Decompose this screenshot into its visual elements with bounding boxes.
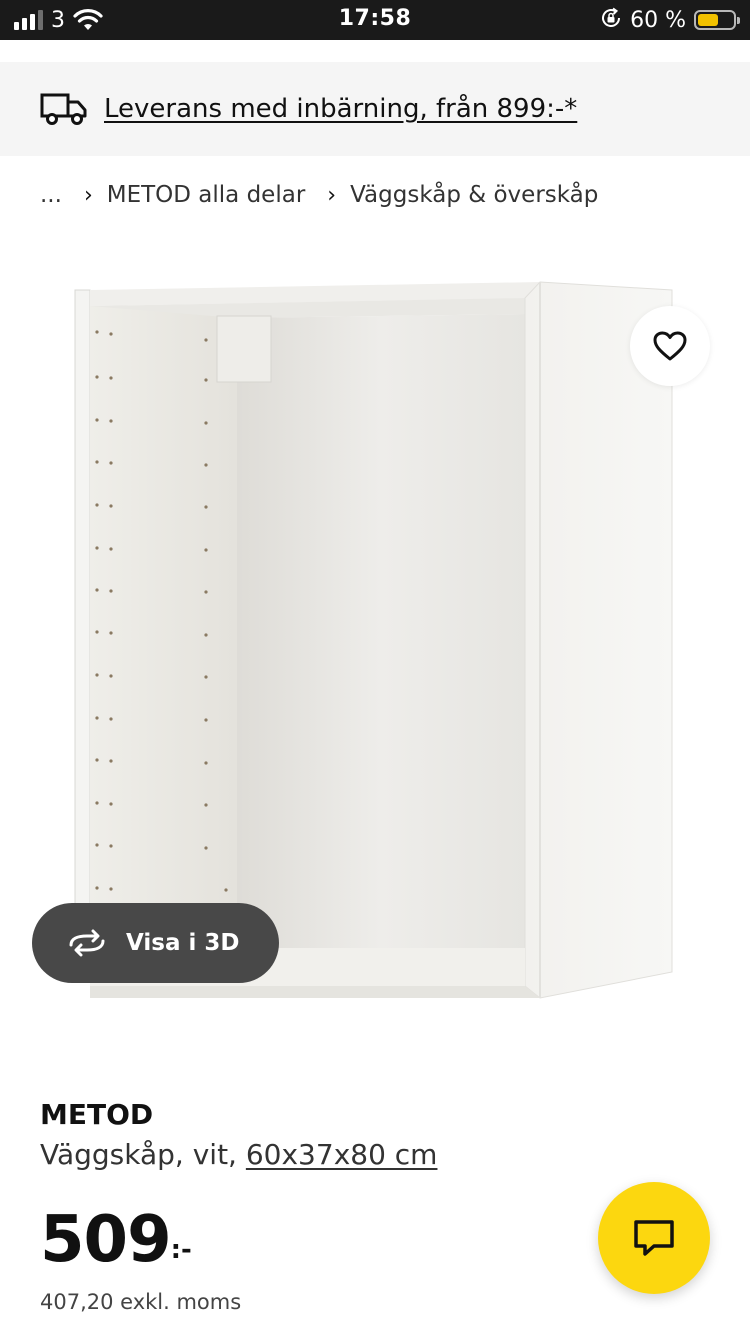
chevron-right-icon: › [327,182,337,208]
breadcrumb-item-metod[interactable]: METOD alla delar [107,182,306,208]
truck-icon [40,93,87,125]
product-price: 509:- [40,1200,192,1280]
chat-bubble-icon [634,1220,674,1256]
status-bar: 3 17:58 60 % [0,0,750,40]
view-3d-button[interactable]: Visa i 3D [32,903,279,983]
breadcrumb: ... › METOD alla delar › Väggskåp & över… [40,182,598,208]
price-excl-vat: 407,20 exkl. moms [40,1290,242,1314]
chat-button[interactable] [598,1182,710,1294]
product-dimensions-link[interactable]: 60x37x80 cm [246,1138,438,1171]
price-suffix: :- [170,1235,192,1265]
product-type: Väggskåp, vit, [40,1138,246,1171]
rotate-icon [69,929,105,957]
breadcrumb-item-wall-cabinets[interactable]: Väggskåp & överskåp [350,182,598,208]
heart-icon [653,331,687,361]
battery-icon [694,10,740,30]
battery-percent: 60 % [630,7,686,33]
delivery-link[interactable]: Leverans med inbärning, från 899:-* [104,94,577,124]
view-3d-label: Visa i 3D [126,930,240,956]
product-description: Väggskåp, vit, 60x37x80 cm [40,1138,437,1171]
price-amount: 509 [40,1203,172,1277]
delivery-banner[interactable]: Leverans med inbärning, från 899:-* [0,62,750,156]
product-name: METOD [40,1098,154,1131]
breadcrumb-ellipsis[interactable]: ... [40,182,62,208]
battery-fill [698,14,719,26]
favorite-button[interactable] [630,306,710,386]
orientation-lock-icon [600,7,622,33]
chevron-right-icon: › [83,182,93,208]
status-right: 60 % [600,6,740,34]
